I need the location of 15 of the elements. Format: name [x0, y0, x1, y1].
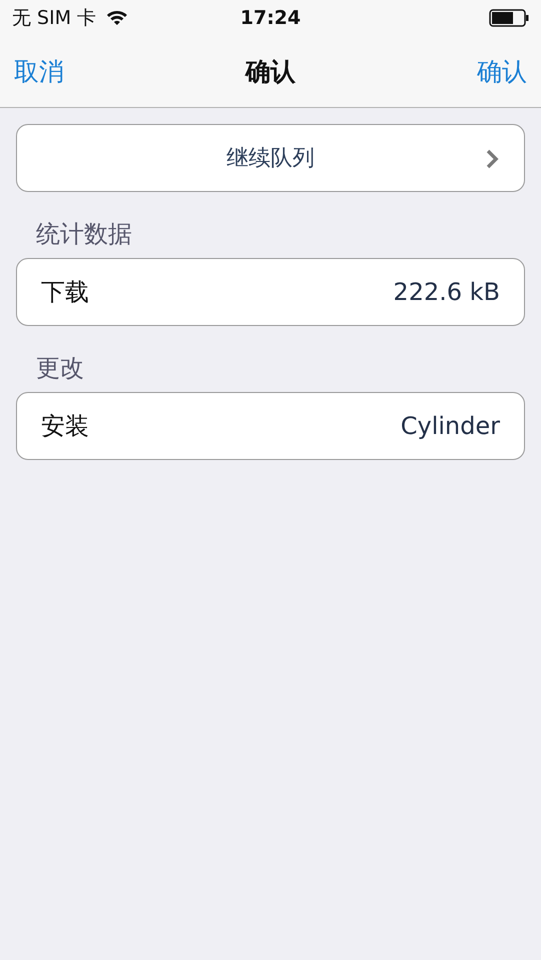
row-label: 安装	[41, 411, 89, 442]
cancel-button[interactable]: 取消	[14, 55, 64, 88]
section-header: 统计数据	[36, 219, 132, 250]
chevron-icon	[486, 149, 499, 169]
row-label: 下载	[41, 277, 89, 308]
row-value: 222.6 kB	[393, 278, 500, 306]
carrier-label: 无 SIM 卡	[12, 6, 96, 31]
row-value: Cylinder	[400, 412, 500, 440]
battery-icon	[489, 9, 529, 27]
clock-time: 17:24	[240, 7, 301, 29]
continue-queue-button[interactable]: 继续队列	[16, 124, 525, 192]
wifi-icon	[106, 10, 128, 26]
confirm-button[interactable]: 确认	[477, 55, 527, 88]
nav-title: 确认	[246, 56, 296, 88]
section-header: 更改	[36, 353, 84, 384]
